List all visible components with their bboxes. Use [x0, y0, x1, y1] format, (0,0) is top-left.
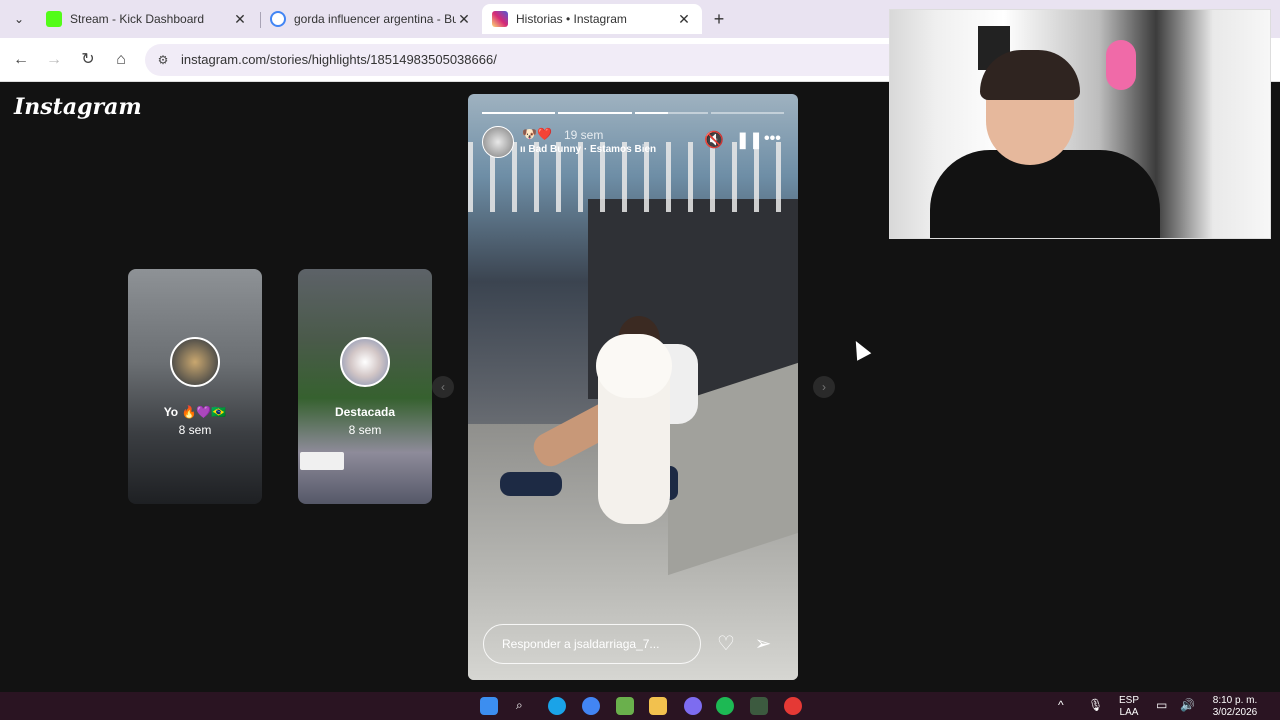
- highlight-card-destacada[interactable]: Destacada 8 sem: [298, 269, 432, 504]
- progress-segment: [558, 112, 632, 114]
- story-music-text: Bad Bunny · Estamos Bien: [528, 144, 657, 155]
- story-header: 🐶❤️ 19 sem ıı Bad Bunny · Estamos Bien 🔇…: [482, 126, 784, 166]
- close-tab-icon[interactable]: ✕: [232, 11, 248, 28]
- story-author-emojis[interactable]: 🐶❤️: [522, 127, 552, 141]
- tab-title: gorda influencer argentina - Bu: [294, 12, 456, 26]
- discord-icon[interactable]: [684, 697, 702, 715]
- language-code: ESP: [1118, 695, 1139, 706]
- show-hidden-icons-chevron-icon[interactable]: ^: [1058, 698, 1064, 712]
- reply-input[interactable]: Responder a jsaldarriaga_7...: [483, 624, 701, 664]
- edge-browser-icon[interactable]: [548, 697, 566, 715]
- more-options-icon[interactable]: •••: [764, 130, 781, 148]
- tab-title: Stream - Kick Dashboard: [70, 12, 205, 26]
- back-arrow-icon[interactable]: ←: [10, 49, 32, 71]
- google-favicon-icon: [270, 11, 286, 27]
- site-settings-icon[interactable]: ⚙: [155, 52, 171, 68]
- clock-time: 8:10 p. m.: [1212, 695, 1258, 706]
- tab-instagram-stories[interactable]: Historias • Instagram ✕: [482, 4, 702, 34]
- address-bar[interactable]: ⚙ instagram.com/stories/highlights/18514…: [145, 44, 905, 76]
- highlight-avatar: [340, 337, 390, 387]
- tab-search-chevron-icon[interactable]: ⌄: [8, 8, 30, 30]
- clock-date: 3/02/2026: [1212, 707, 1258, 718]
- story-author-avatar[interactable]: [482, 126, 514, 158]
- windows-start-icon[interactable]: [480, 697, 498, 715]
- search-icon[interactable]: ⌕: [516, 698, 523, 713]
- story-viewer[interactable]: 🐶❤️ 19 sem ıı Bad Bunny · Estamos Bien 🔇…: [468, 94, 798, 680]
- sticker-thumbnail: [300, 452, 344, 470]
- music-bars-icon: ıı: [520, 144, 526, 155]
- share-send-icon[interactable]: ➢: [750, 631, 776, 657]
- next-story-chevron-icon[interactable]: ›: [813, 376, 835, 398]
- minecraft-icon[interactable]: [616, 697, 634, 715]
- highlight-name: Destacada: [334, 405, 396, 419]
- tab-kick-dashboard[interactable]: Stream - Kick Dashboard ✕: [36, 4, 258, 34]
- keyboard-layout: LAA: [1119, 707, 1139, 718]
- close-tab-icon[interactable]: ✕: [676, 11, 692, 28]
- muted-speaker-icon[interactable]: 🔇: [704, 130, 724, 150]
- story-photo-dog-head: [596, 334, 672, 398]
- highlight-time: 8 sem: [178, 423, 212, 437]
- mouse-cursor-icon: [848, 337, 872, 361]
- webcam-pink-mask: [1106, 40, 1136, 90]
- highlight-card-yo[interactable]: Yo 🔥💜🇧🇷 8 sem: [128, 269, 262, 504]
- story-progress-bar: [482, 112, 784, 114]
- tab-google-search[interactable]: gorda influencer argentina - Bu ✕: [260, 4, 482, 34]
- url-text[interactable]: instagram.com/stories/highlights/1851498…: [181, 52, 497, 67]
- windows-taskbar: ⌕ ^ 🎙 ESP LAA ▭ 🔊 8:10 p. m. 3/02/2026: [0, 692, 1280, 720]
- story-music-label[interactable]: ıı Bad Bunny · Estamos Bien: [520, 144, 656, 155]
- pause-icon[interactable]: ❚❚: [736, 130, 763, 150]
- spotify-icon[interactable]: [716, 697, 734, 715]
- webcam-person-body: [930, 150, 1160, 238]
- progress-segment: [634, 112, 708, 114]
- language-indicator[interactable]: ESP LAA: [1115, 695, 1143, 719]
- heart-icon[interactable]: ♡: [713, 631, 739, 657]
- reload-icon[interactable]: ↻: [77, 49, 99, 71]
- story-photo-shoe: [500, 472, 562, 496]
- tab-title: Historias • Instagram: [516, 12, 627, 26]
- story-time: 19 sem: [564, 128, 604, 142]
- clock[interactable]: 8:10 p. m. 3/02/2026: [1204, 695, 1266, 719]
- progress-segment: [482, 112, 556, 114]
- highlight-name: Yo 🔥💜🇧🇷: [163, 405, 227, 419]
- record-app-icon[interactable]: [784, 697, 802, 715]
- network-icon[interactable]: ▭: [1156, 698, 1167, 712]
- volume-icon[interactable]: 🔊: [1180, 698, 1195, 712]
- obs-icon[interactable]: [750, 697, 768, 715]
- close-tab-icon[interactable]: ✕: [456, 11, 472, 28]
- file-explorer-icon[interactable]: [649, 697, 667, 715]
- highlight-avatar: [170, 337, 220, 387]
- new-tab-button[interactable]: +: [708, 8, 730, 30]
- kick-favicon-icon: [46, 11, 62, 27]
- highlight-time: 8 sem: [348, 423, 382, 437]
- forward-arrow-icon[interactable]: →: [43, 49, 65, 71]
- instagram-favicon-icon: [492, 11, 508, 27]
- chrome-browser-icon[interactable]: [582, 697, 600, 715]
- previous-story-chevron-icon[interactable]: ‹: [432, 376, 454, 398]
- instagram-logo[interactable]: Instagram: [14, 94, 142, 120]
- microphone-icon[interactable]: 🎙: [1088, 698, 1103, 712]
- progress-segment: [710, 112, 784, 114]
- home-icon[interactable]: ⌂: [110, 49, 132, 71]
- webcam-overlay: [889, 9, 1271, 239]
